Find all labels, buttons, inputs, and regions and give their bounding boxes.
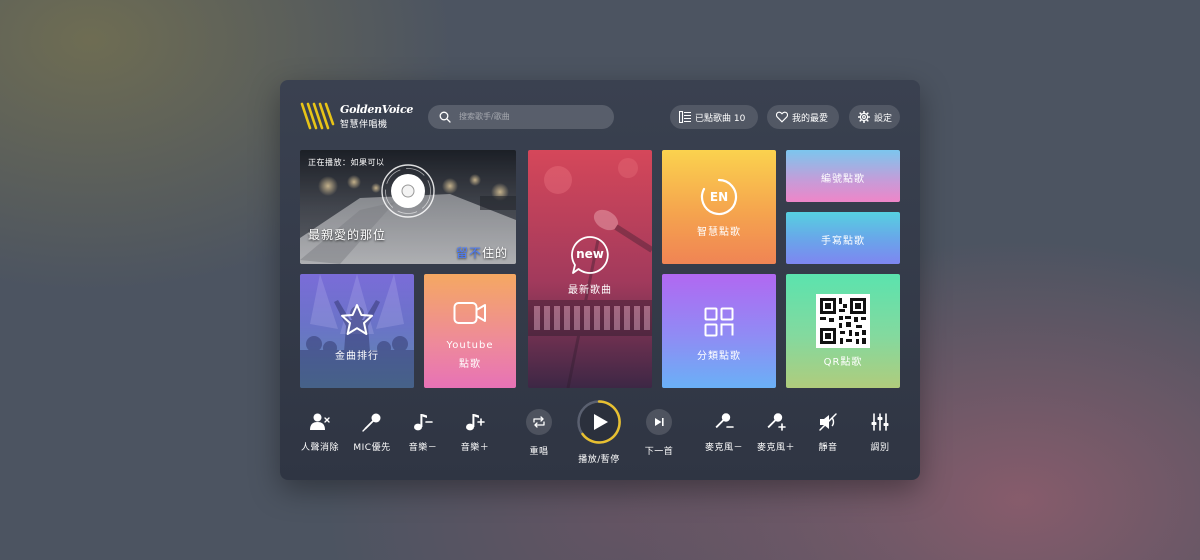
video-camera-icon (453, 302, 486, 324)
smart-badge: EN (709, 190, 729, 204)
skip-next-icon (655, 418, 664, 426)
repeat-button[interactable] (526, 409, 552, 435)
brand-logo: GoldenVoice 智慧伴唱機 (300, 102, 414, 132)
repeat-label: 重唱 (529, 447, 549, 457)
youtube-label-line2: 點歌 (459, 359, 481, 370)
smart-tile[interactable]: EN 智慧點歌 (662, 150, 776, 264)
qr-label: QR點歌 (823, 357, 863, 368)
new-songs-label: 最新歌曲 (568, 285, 612, 296)
star-icon (341, 304, 373, 335)
smart-label: 智慧點歌 (697, 227, 741, 238)
ranking-label: 金曲排行 (335, 351, 379, 362)
heart-icon (776, 111, 788, 123)
brand-name-en: GoldenVoice (340, 103, 414, 116)
gear-icon (858, 111, 870, 123)
new-badge: new (576, 247, 604, 261)
queue-button[interactable]: 已點歌曲 10 (670, 105, 758, 129)
category-tile[interactable]: 分類點歌 (662, 274, 776, 388)
music-plus-icon (466, 414, 485, 431)
next-label: 下一首 (644, 447, 674, 457)
lyric-line-2-rest: 住的 (481, 246, 508, 260)
handwrite-label: 手寫點歌 (821, 236, 865, 247)
logo-stripes-icon (300, 102, 335, 130)
category-label: 分類點歌 (697, 351, 741, 362)
ranking-tile[interactable]: 金曲排行 (300, 274, 414, 388)
play-pause-button[interactable] (577, 400, 621, 444)
music-up-label: 音樂＋ (460, 443, 490, 453)
list-icon (679, 111, 691, 123)
mute-icon (819, 413, 837, 431)
user-x-icon (310, 413, 330, 430)
grid-icon (704, 307, 734, 337)
youtube-tile[interactable]: Youtube 點歌 (424, 274, 516, 388)
qr-tile[interactable]: QR點歌 (786, 274, 900, 388)
music-minus-icon (414, 414, 433, 431)
queue-count: 10 (733, 114, 746, 124)
now-playing-label: 正在播放：如果可以 (308, 158, 385, 167)
next-button[interactable] (646, 409, 672, 435)
search-placeholder: 搜索歌手/歌曲 (459, 112, 510, 121)
mic-icon (362, 413, 381, 432)
number-tile[interactable]: 編號點歌 (786, 150, 900, 202)
qr-code-icon (816, 294, 870, 348)
favorites-button[interactable]: 我的最愛 (767, 105, 839, 129)
mic-plus-icon (767, 413, 786, 431)
repeat-icon (533, 416, 545, 428)
favorites-label: 我的最愛 (792, 114, 829, 124)
tuning-button[interactable]: 調別 (855, 412, 905, 456)
lyric-line-2-highlight: 留不 (455, 246, 482, 260)
cd-icon (381, 164, 435, 218)
youtube-label-line1: Youtube (446, 340, 494, 351)
search-icon (439, 111, 451, 123)
mic-minus-icon (715, 413, 734, 429)
handwrite-tile[interactable]: 手寫點歌 (786, 212, 900, 264)
karaoke-panel: GoldenVoice 智慧伴唱機 搜索歌手/歌曲 已點歌曲 10 我的最愛 設… (280, 80, 920, 480)
now-playing-tile[interactable]: 正在播放：如果可以 最親愛的那位 留不住的 (300, 150, 516, 264)
brand-name-zh: 智慧伴唱機 (340, 120, 388, 130)
play-pause-label: 播放/暫停 (578, 455, 620, 465)
settings-button[interactable]: 設定 (849, 105, 900, 129)
queue-label: 已點歌曲 (695, 114, 732, 124)
tuning-label: 調別 (870, 443, 890, 453)
number-label: 編號點歌 (821, 174, 865, 185)
sliders-icon (871, 413, 889, 431)
search-input[interactable]: 搜索歌手/歌曲 (428, 105, 614, 129)
new-songs-tile[interactable]: new 最新歌曲 (528, 150, 652, 388)
lyric-line-1: 最親愛的那位 (308, 228, 387, 242)
music-up-button[interactable]: 音樂＋ (450, 412, 500, 456)
lyric-line-2: 留不住的 (456, 244, 508, 261)
play-icon (577, 400, 621, 444)
settings-label: 設定 (874, 114, 893, 124)
